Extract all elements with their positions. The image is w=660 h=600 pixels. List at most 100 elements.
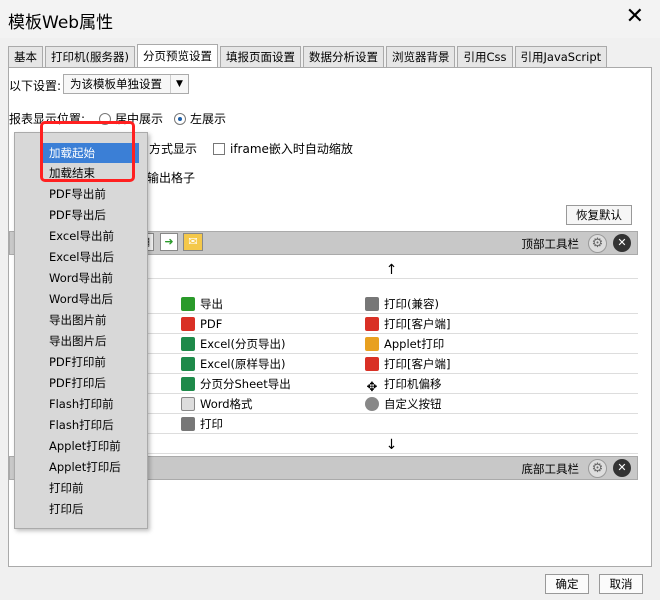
export-icon bbox=[181, 297, 195, 311]
grid-item-applet-print[interactable]: Applet打印 bbox=[365, 334, 444, 354]
restore-default-button[interactable]: 恢复默认 bbox=[566, 205, 632, 225]
grid-item-print[interactable]: 打印 bbox=[181, 414, 223, 434]
gear-icon[interactable]: ⚙ bbox=[588, 234, 607, 253]
output-cells-text: 输出格子 bbox=[147, 171, 196, 185]
grid-item-label: Excel(原样导出) bbox=[200, 357, 286, 371]
position-left-label: 左展示 bbox=[190, 112, 227, 126]
tab-basic[interactable]: 基本 bbox=[8, 46, 43, 68]
grid-item-pdf[interactable]: PDF bbox=[181, 314, 222, 334]
move-up-arrow[interactable]: ↑ bbox=[145, 261, 638, 279]
tab-fill-page[interactable]: 填报页面设置 bbox=[219, 46, 301, 68]
table-row: 导出 打印(兼容) bbox=[145, 294, 638, 314]
java-icon bbox=[365, 337, 379, 351]
pdf-icon bbox=[181, 317, 195, 331]
table-row: PDF 打印[客户端] bbox=[145, 314, 638, 334]
menu-item-pdf-export-before[interactable]: PDF导出前 bbox=[43, 184, 112, 204]
table-row: 打印 bbox=[145, 414, 638, 434]
menu-item-excel-export-after[interactable]: Excel导出后 bbox=[43, 247, 120, 267]
menu-item-applet-print-after[interactable]: Applet打印后 bbox=[43, 457, 127, 477]
grid-item-label: 打印(兼容) bbox=[384, 297, 439, 311]
close-icon[interactable]: ✕ bbox=[626, 6, 644, 28]
grid-item-custom-button[interactable]: 自定义按钮 bbox=[365, 394, 442, 414]
grid-item-label: Excel(分页导出) bbox=[200, 337, 286, 351]
grid-item-word[interactable]: Word格式 bbox=[181, 394, 253, 414]
grid-item-label: 分页分Sheet导出 bbox=[200, 377, 291, 391]
tab-data-analysis[interactable]: 数据分析设置 bbox=[302, 46, 384, 68]
export-arrow-icon[interactable]: ➜ bbox=[160, 233, 178, 251]
menu-item-pdf-export-after[interactable]: PDF导出后 bbox=[43, 205, 112, 225]
printer-icon bbox=[181, 417, 195, 431]
top-toolbar-label: 顶部工具栏 bbox=[521, 237, 580, 251]
grid-item-print-client-2[interactable]: 打印[客户端] bbox=[365, 354, 450, 374]
menu-item-pdf-print-after[interactable]: PDF打印后 bbox=[43, 373, 112, 393]
grid-item-sheet-export[interactable]: 分页分Sheet导出 bbox=[181, 374, 291, 394]
ok-button[interactable]: 确定 bbox=[545, 574, 589, 594]
grid-item-label: 打印 bbox=[200, 417, 223, 431]
grid-item-label: 打印[客户端] bbox=[384, 357, 451, 371]
position-left-option[interactable]: 左展示 bbox=[174, 110, 226, 127]
excel-icon bbox=[181, 377, 195, 391]
grid-item-label: Applet打印 bbox=[384, 337, 445, 351]
pdf-print-icon bbox=[365, 357, 379, 371]
menu-item-pdf-print-before[interactable]: PDF打印前 bbox=[43, 352, 112, 372]
title-bar: 模板Web属性 ✕ bbox=[0, 0, 660, 38]
grid-item-excel-page[interactable]: Excel(分页导出) bbox=[181, 334, 285, 354]
menu-item-flash-print-before[interactable]: Flash打印前 bbox=[43, 394, 120, 414]
excel-icon bbox=[181, 357, 195, 371]
grid-item-label: 导出 bbox=[200, 297, 223, 311]
tab-javascript[interactable]: 引用JavaScript bbox=[514, 46, 608, 68]
gear-icon[interactable]: ⚙ bbox=[588, 459, 607, 478]
menu-item-flash-print-after[interactable]: Flash打印后 bbox=[43, 415, 120, 435]
grid-item-print-client[interactable]: 打印[客户端] bbox=[365, 314, 450, 334]
menu-item-applet-print-before[interactable]: Applet打印前 bbox=[43, 436, 127, 456]
word-icon bbox=[181, 397, 195, 411]
grid-item-printer-offset[interactable]: ✥ 打印机偏移 bbox=[365, 374, 442, 395]
settings-scope-value: 为该模板单独设置 bbox=[70, 77, 162, 91]
grid-item-print-compatible[interactable]: 打印(兼容) bbox=[365, 294, 439, 314]
iframe-scale-label: iframe嵌入时自动缩放 bbox=[230, 142, 353, 156]
grid-item-label: 打印机偏移 bbox=[384, 377, 442, 391]
tab-browser-background[interactable]: 浏览器背景 bbox=[385, 46, 456, 68]
grid-item-label: 打印[客户端] bbox=[384, 317, 451, 331]
mail-icon[interactable]: ✉ bbox=[183, 233, 203, 251]
grid-item-label: Word格式 bbox=[200, 397, 253, 411]
iframe-scale-checkbox[interactable] bbox=[213, 143, 225, 155]
table-row: Excel(分页导出) Applet打印 bbox=[145, 334, 638, 354]
grid-item-label: 自定义按钮 bbox=[384, 397, 442, 411]
grid-item-export[interactable]: 导出 bbox=[181, 294, 223, 314]
menu-item-image-export-before[interactable]: 导出图片前 bbox=[43, 310, 113, 330]
move-icon: ✥ bbox=[366, 380, 378, 395]
following-settings-label: 以下设置: bbox=[9, 79, 62, 93]
tab-page-preview[interactable]: 分页预览设置 bbox=[136, 44, 218, 68]
tab-printer-server[interactable]: 打印机(服务器) bbox=[45, 46, 135, 68]
table-row: 分页分Sheet导出 ✥ 打印机偏移 bbox=[145, 374, 638, 395]
printer-icon bbox=[365, 297, 379, 311]
grid-item-label: PDF bbox=[200, 317, 223, 331]
menu-item-print-before[interactable]: 打印前 bbox=[43, 478, 90, 498]
cancel-button[interactable]: 取消 bbox=[599, 574, 643, 594]
tab-strip: 基本 打印机(服务器) 分页预览设置 填报页面设置 数据分析设置 浏览器背景 引… bbox=[8, 44, 609, 68]
excel-icon bbox=[181, 337, 195, 351]
settings-scope-select[interactable]: 为该模板单独设置 ▼ bbox=[63, 74, 189, 94]
pdf-print-icon bbox=[365, 317, 379, 331]
chevron-down-icon: ▼ bbox=[170, 75, 188, 93]
close-circle-icon[interactable]: ✕ bbox=[613, 459, 631, 477]
event-dropdown-menu: 加载起始 加载结束 PDF导出前 PDF导出后 Excel导出前 Excel导出… bbox=[14, 132, 148, 529]
display-mode-text: 方式显示 bbox=[149, 142, 198, 156]
tab-css[interactable]: 引用Css bbox=[457, 46, 513, 68]
highlight-box bbox=[40, 121, 135, 182]
menu-item-word-export-after[interactable]: Word导出后 bbox=[43, 289, 119, 309]
iframe-scale-option[interactable]: iframe嵌入时自动缩放 bbox=[213, 140, 353, 157]
menu-item-excel-export-before[interactable]: Excel导出前 bbox=[43, 226, 120, 246]
menu-item-image-export-after[interactable]: 导出图片后 bbox=[43, 331, 113, 351]
radio-left[interactable] bbox=[174, 113, 186, 125]
gear-icon bbox=[365, 397, 379, 411]
move-down-arrow[interactable]: ↓ bbox=[145, 436, 638, 454]
close-circle-icon[interactable]: ✕ bbox=[613, 234, 631, 252]
menu-item-print-after[interactable]: 打印后 bbox=[43, 499, 90, 519]
grid-item-excel-original[interactable]: Excel(原样导出) bbox=[181, 354, 285, 374]
table-row: Word格式 自定义按钮 bbox=[145, 394, 638, 414]
table-row: Excel(原样导出) 打印[客户端] bbox=[145, 354, 638, 374]
menu-item-word-export-before[interactable]: Word导出前 bbox=[43, 268, 119, 288]
window-title: 模板Web属性 bbox=[8, 13, 114, 33]
